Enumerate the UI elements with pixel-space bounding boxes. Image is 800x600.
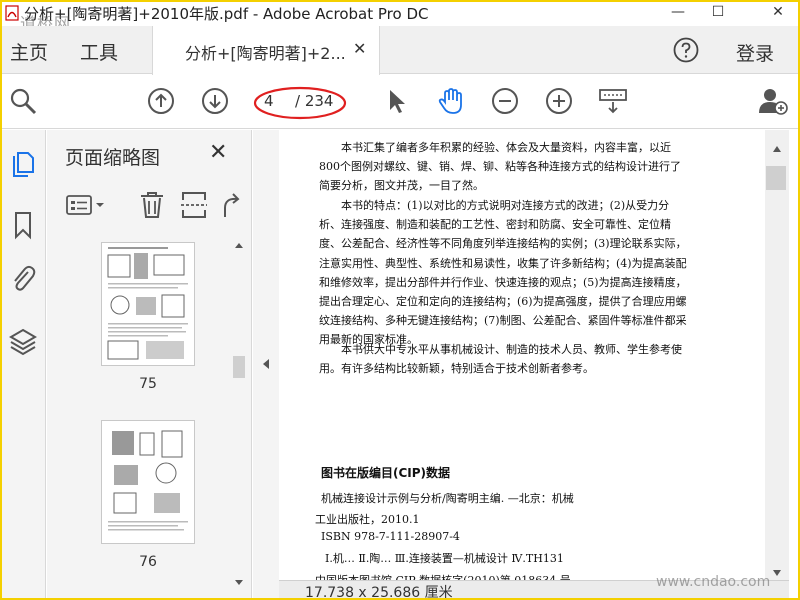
thumbnail-scrollbar[interactable] [232, 238, 246, 590]
rotate-page-icon[interactable] [219, 190, 243, 220]
thumbnail-preview [108, 430, 188, 531]
thumbnail-label: 75 [139, 376, 157, 392]
thumbnail-panel: 页面缩略图 ✕ 75 76 [47, 130, 252, 598]
home-tab[interactable]: 主页 [10, 38, 48, 65]
document-tab-label: 分析+[陶寄明著]+2... [185, 44, 346, 63]
collapse-arrow-icon [263, 359, 269, 369]
cip-title: 图书在版编目(CIP)数据 [321, 466, 451, 480]
cip-line: 机械连接设计示例与分析/陶寄明主编. —北京：机械 [321, 492, 574, 505]
cip-line: 中国版本图书馆 CIP 数据核字(2010)第 018634 号 [315, 572, 571, 580]
cip-line: ISBN 978-7-111-28907-4 [321, 530, 460, 543]
watermark-url: www.cndao.com [656, 574, 771, 590]
cip-line: Ⅰ.机… Ⅱ.陶… Ⅲ.连接装置—机械设计 Ⅳ.TH131 [325, 552, 564, 565]
page-down-icon[interactable] [200, 86, 230, 116]
left-icon-rail [2, 130, 46, 598]
help-icon[interactable] [672, 36, 700, 64]
select-pointer-icon[interactable] [382, 86, 412, 116]
document-scrollbar[interactable] [765, 130, 789, 580]
thumbnail-options-icon[interactable] [65, 190, 109, 220]
acrobat-window: 分析+[陶寄明著]+2010年版.pdf - Adobe Acrobat Pro… [2, 2, 798, 598]
paragraph-3: 本书供大中专水平从事机械设计、制造的技术人员、教师、学生参考使用。有许多结构比较… [319, 343, 682, 376]
search-icon[interactable] [8, 86, 38, 116]
annotation-ellipse [253, 86, 347, 120]
extract-page-icon[interactable] [179, 190, 209, 220]
login-button[interactable]: 登录 [736, 39, 774, 66]
page-up-icon[interactable] [146, 86, 176, 116]
main-toolbar: / 234 [2, 75, 798, 129]
add-user-icon[interactable] [758, 86, 788, 116]
minimize-button[interactable]: — [658, 2, 698, 22]
cip-line: 工业出版社，2010.1 [315, 513, 420, 526]
document-view[interactable]: 本书汇集了编者多年积累的经验、体会及大量资料，内容丰富，以近800个图例对螺纹、… [279, 130, 765, 580]
paragraph-1: 本书汇集了编者多年积累的经验、体会及大量资料，内容丰富，以近800个图例对螺纹、… [319, 141, 681, 193]
thumbnail-list: 75 76 [47, 238, 232, 598]
page-thumbnail-75[interactable] [101, 242, 195, 366]
scrollbar-track [766, 146, 786, 576]
page-size-readout: 17.738 x 25.686 厘米 [305, 585, 453, 598]
panel-title: 页面缩略图 [65, 147, 161, 169]
paragraph-2: 本书的特点：(1)以对比的方式说明对连接方式的改进；(2)从受力分析、连接强度、… [319, 199, 687, 347]
document-tab[interactable]: 分析+[陶寄明著]+2... ✕ [152, 26, 380, 75]
document-page: 本书汇集了编者多年积累的经验、体会及大量资料，内容丰富，以近800个图例对螺纹、… [279, 130, 765, 580]
zoom-out-icon[interactable] [490, 86, 520, 116]
tab-bar: 主页 工具 分析+[陶寄明著]+2... ✕ 登录 [2, 26, 798, 75]
page-thumbnail-76[interactable] [101, 420, 195, 544]
bookmark-icon[interactable] [8, 210, 38, 240]
hand-tool-icon[interactable] [436, 86, 466, 116]
document-tab-close-button[interactable]: ✕ [353, 39, 366, 58]
maximize-button[interactable]: ☐ [698, 2, 738, 22]
title-bar: 分析+[陶寄明著]+2010年版.pdf - Adobe Acrobat Pro… [2, 2, 798, 33]
tools-tab[interactable]: 工具 [80, 38, 118, 65]
thumbnail-toolbar [47, 184, 252, 228]
delete-page-icon[interactable] [137, 190, 167, 220]
panel-close-button[interactable]: ✕ [209, 140, 227, 165]
acrobat-logo-icon [5, 5, 19, 21]
attachment-icon[interactable] [8, 264, 38, 294]
keyboard-scroll-icon[interactable] [598, 86, 628, 116]
layers-icon[interactable] [8, 326, 38, 356]
zoom-in-icon[interactable] [544, 86, 574, 116]
thumbnail-preview [107, 247, 188, 360]
page-thumbnails-icon[interactable] [8, 150, 38, 180]
window-title: 分析+[陶寄明著]+2010年版.pdf - Adobe Acrobat Pro… [24, 5, 429, 23]
panel-collapse-handle[interactable] [253, 130, 279, 598]
thumbnail-label: 76 [139, 554, 157, 570]
window-close-button[interactable]: ✕ [758, 2, 798, 22]
